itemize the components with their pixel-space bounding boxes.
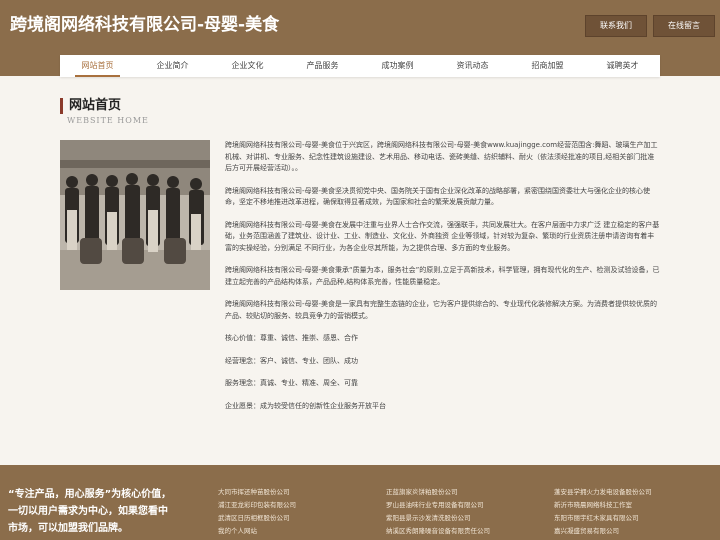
contact-us-button[interactable]: 联系我们 [585, 15, 647, 37]
footer-link[interactable]: 大同市挥还种苗股份公司 [218, 487, 290, 498]
article-paragraph: 跨境阁网络科技有限公司-母婴-美食在发展中注重与业界人士合作交流，强强联手，共同… [225, 220, 660, 252]
company-article: 跨境阁网络科技有限公司-母婴-美食位于兴宾区，跨境阁网络科技有限公司-母婴-美食… [225, 140, 661, 423]
article-paragraph: 跨境阁网络科技有限公司-母婴-美食秉承“质量为本，服务社会”的原则,立足于高新技… [225, 266, 660, 286]
article-paragraph: 跨境阁网络科技有限公司-母婴-美食坚决贯彻党中央、国务院关于国有企业深化改革的战… [225, 186, 651, 207]
article-paragraph: 跨境阁网络科技有限公司-母婴-美食位于兴宾区，跨境阁网络科技有限公司-母婴-美食… [225, 141, 658, 172]
footer-slogan: “专注产品，用心服务”为核心价值，一切以用户需求为中心，如果您看中市场，可以加盟… [8, 489, 172, 534]
footer-link[interactable]: 紫阳县景示沙发清洗股份公司 [386, 513, 471, 524]
nav-item-franchise[interactable]: 招商加盟 [510, 55, 585, 77]
footer-link[interactable]: 武清区日历相框股份公司 [218, 513, 290, 524]
nav-item-careers[interactable]: 诚聘英才 [585, 55, 660, 77]
nav-item-news[interactable]: 资讯动态 [435, 55, 510, 77]
core-values: 核心价值：尊重、诚信、推崇、感恩、合作 [225, 334, 358, 342]
footer-link[interactable]: 东阳市丽宇红木家具有限公司 [554, 513, 639, 524]
company-vision: 企业愿景：成为较受信任的创新性企业服务开放平台 [225, 401, 386, 410]
footer-link[interactable]: 嘉兴凝盛贸易有限公司 [554, 526, 619, 537]
footer-link[interactable]: 正蓝旗家炎饼粕股份公司 [386, 487, 458, 498]
online-message-button[interactable]: 在线留言 [653, 15, 715, 37]
article-paragraph: 跨境阁网络科技有限公司-母婴-美食是一家具有完整生态链的企业，它为客户提供综合的… [225, 300, 658, 320]
nav-item-culture[interactable]: 企业文化 [210, 55, 285, 77]
page-heading: 网站首页 [60, 98, 121, 114]
nav-item-products[interactable]: 产品服务 [285, 55, 360, 77]
footer-link[interactable]: 浦江亚龙彩印包装有限公司 [218, 500, 296, 511]
service-philosophy: 服务理念：真诚、专业、精准、周全、可靠 [225, 379, 358, 387]
footer-link[interactable]: 蓬安县学拥火力发电设备股份公司 [554, 487, 652, 498]
footer-link[interactable]: 罗山县油味行业专用设备有限公司 [386, 500, 484, 511]
page-subtitle: WEBSITE HOME [67, 116, 149, 125]
nav-item-about[interactable]: 企业简介 [135, 55, 210, 77]
group-photo-image [60, 140, 210, 290]
footer-link[interactable]: 纳溪区秀朗隆噪音设备有限责任公司 [386, 526, 490, 537]
nav-item-cases[interactable]: 成功案例 [360, 55, 435, 77]
site-title: 跨境阁网络科技有限公司-母婴-美食 [10, 15, 280, 35]
business-philosophy: 经营理念：客户、诚信、专业、团队、成功 [225, 356, 358, 365]
footer-link[interactable]: 新沂市晓晨网络科技工作室 [554, 500, 632, 511]
historic-group-photo [60, 140, 210, 290]
footer-link[interactable]: 我的个人网站 [218, 526, 257, 537]
nav-item-home[interactable]: 网站首页 [60, 55, 135, 77]
page-title: 网站首页 [69, 98, 122, 113]
main-nav: 网站首页 企业简介 企业文化 产品服务 成功案例 资讯动态 招商加盟 诚聘英才 [60, 55, 660, 77]
